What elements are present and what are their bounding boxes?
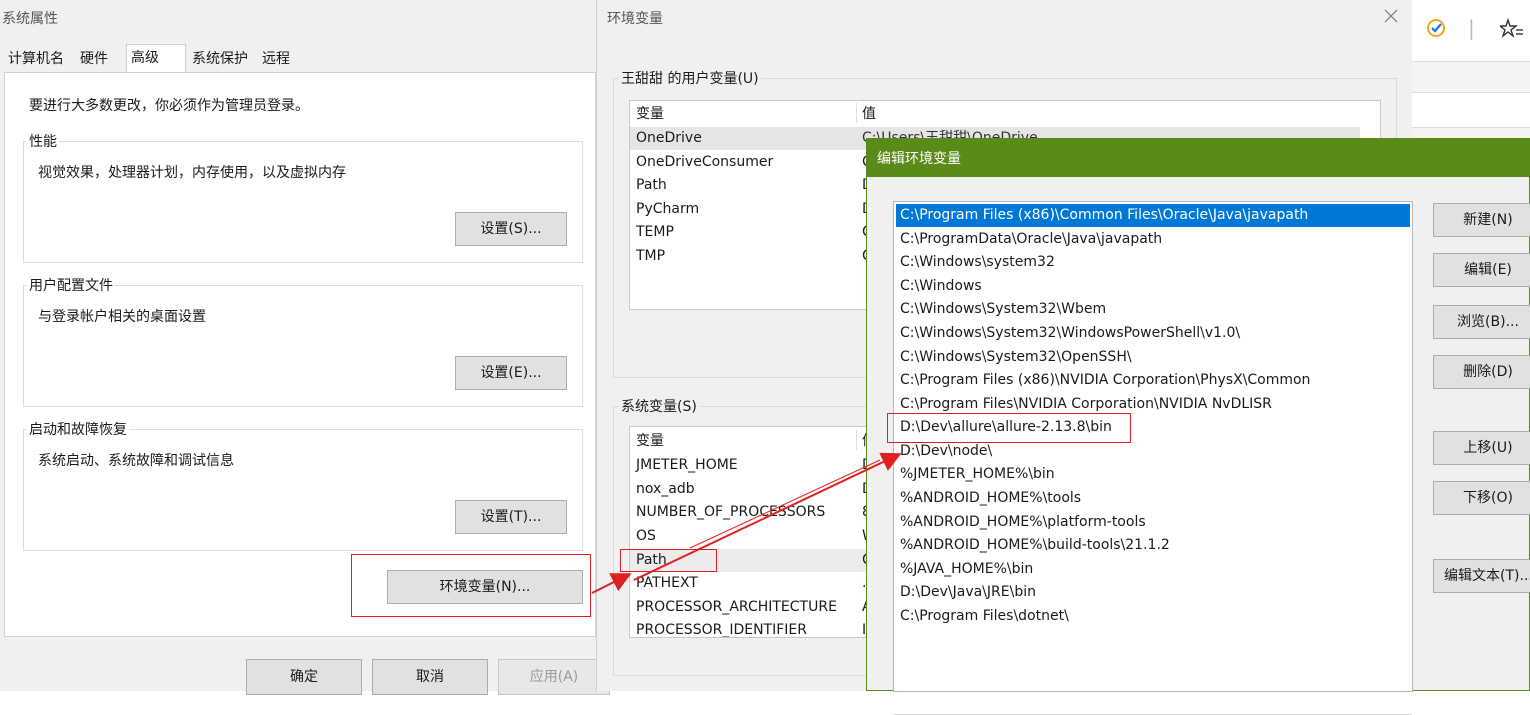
annotation-arrow-env-to-path: [591, 573, 632, 594]
annotation-arrow-path-to-allure: [633, 452, 902, 581]
annotation-arrows: [591, 452, 902, 594]
annotation-arrow-faint: [689, 459, 881, 549]
